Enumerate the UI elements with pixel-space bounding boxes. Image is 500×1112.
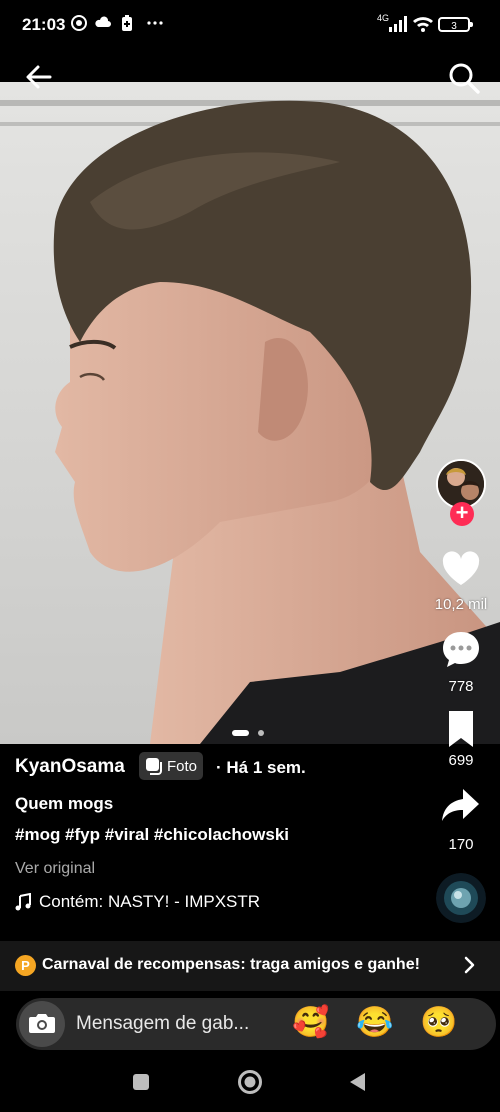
music-info[interactable]: Contém: NASTY! - IMPXSTR	[15, 892, 260, 912]
battery-indicator: 3	[438, 17, 473, 32]
view-original-link[interactable]: Ver original	[15, 860, 95, 878]
music-note-icon	[15, 893, 31, 911]
emoji-tears-of-joy-button[interactable]: 😂	[356, 1005, 394, 1043]
chevron-right-icon[interactable]	[460, 955, 478, 975]
portrait-image	[0, 82, 500, 744]
chrome-icon	[71, 15, 87, 31]
emoji-smiling-hearts-button[interactable]: 🥰	[292, 1005, 330, 1043]
photo-type-badge[interactable]: Foto	[139, 752, 204, 780]
back-nav-button[interactable]	[348, 1071, 368, 1093]
comment-button[interactable]	[440, 628, 482, 670]
page-dot-active	[232, 730, 249, 736]
like-count: 10,2 mil	[434, 596, 488, 613]
page-dot	[258, 730, 264, 736]
camera-icon	[29, 1014, 55, 1033]
music-disc[interactable]	[436, 873, 486, 923]
back-button[interactable]	[22, 60, 56, 94]
emoji-pleading-face-button[interactable]: 🥺	[420, 1005, 458, 1043]
battery-saver-icon	[122, 15, 132, 31]
share-button[interactable]	[440, 783, 482, 825]
like-button[interactable]	[440, 548, 482, 590]
post-photo[interactable]	[0, 82, 500, 744]
post-hashtags[interactable]: #mog #fyp #viral #chicolachowski	[15, 825, 289, 845]
camera-button[interactable]	[19, 1001, 65, 1047]
signal-icon	[389, 16, 407, 32]
status-bar: 21:03 4G 3	[0, 0, 500, 50]
home-button[interactable]	[237, 1069, 263, 1095]
music-title: Contém: NASTY! - IMPXSTR	[39, 892, 261, 911]
follow-button[interactable]: +	[450, 502, 474, 526]
music-cover-image	[436, 873, 486, 923]
search-button[interactable]	[446, 60, 482, 96]
message-input[interactable]: Mensagem de gab...	[76, 1013, 249, 1035]
post-caption-title: Quem mogs	[15, 794, 114, 813]
post-age: · Há 1 sem.	[216, 758, 306, 777]
share-count: 170	[448, 836, 474, 853]
recents-button[interactable]	[131, 1072, 151, 1092]
rewards-banner-text: Carnaval de recompensas: traga amigos e …	[42, 956, 420, 973]
comment-count: 778	[448, 678, 474, 695]
wifi-icon	[413, 17, 433, 32]
page-indicator	[232, 730, 264, 736]
cloud-icon	[95, 16, 111, 27]
save-count: 699	[448, 752, 474, 769]
status-time: 21:03	[22, 15, 66, 34]
coin-icon: P	[15, 955, 36, 976]
photo-type-label: Foto	[167, 757, 198, 775]
save-button[interactable]	[440, 708, 482, 750]
more-notifications-icon	[147, 21, 163, 25]
photo-stack-icon	[146, 758, 162, 775]
author-name[interactable]: KyanOsama	[15, 756, 125, 778]
